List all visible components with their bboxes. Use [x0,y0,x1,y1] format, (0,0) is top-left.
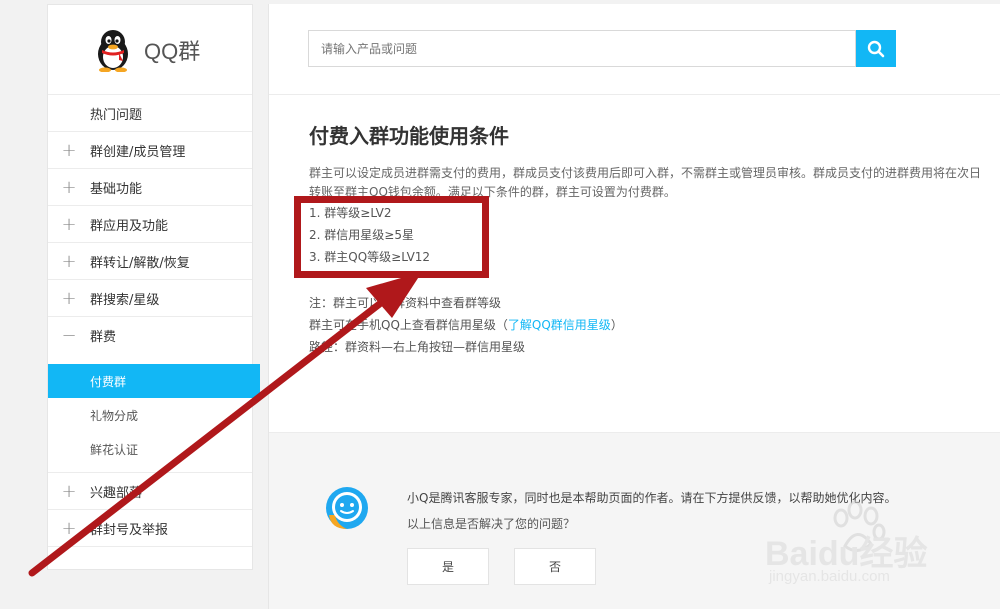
sidebar-logo-text: QQ群 [144,38,201,64]
note-prefix: 群主可在手机QQ上查看群信用星级（ [309,318,508,332]
sidebar-item-label: 群应用及功能 [90,218,169,234]
annotation-box [294,196,489,278]
article-title: 付费入群功能使用条件 [309,124,509,148]
header-divider [269,94,1000,95]
qq-penguin-icon [94,28,132,72]
yes-button[interactable]: 是 [407,548,489,585]
sidebar-item-basic-features[interactable]: + 基础功能 [48,169,252,206]
note-credit-star: 群主可在手机QQ上查看群信用星级（了解QQ群信用星级） [309,314,623,336]
sidebar: QQ群 热门问题 + 群创建/成员管理 + 基础功能 + 群应用及功能 + 群转… [47,4,260,570]
sidebar-subitem-paid-group[interactable]: 付费群 [48,364,260,398]
sidebar-item-hot-questions[interactable]: 热门问题 [48,95,252,132]
no-button[interactable]: 否 [514,548,596,585]
sidebar-item-label: 群创建/成员管理 [90,144,186,160]
feedback-question: 以上信息是否解决了您的问题？ [407,517,576,531]
plus-icon: + [61,213,77,235]
note-suffix: ） [610,318,623,332]
plus-icon: + [61,250,77,272]
plus-icon: + [61,517,77,539]
minus-icon: − [61,325,77,346]
sidebar-subitem-gift-share[interactable]: 礼物分成 [48,398,252,432]
sidebar-logo[interactable]: QQ群 [48,5,252,95]
sidebar-item-group-ban[interactable]: + 群封号及举报 [48,510,252,547]
sidebar-item-label: 热门问题 [90,107,143,123]
sidebar-item-label: 基础功能 [90,181,143,197]
search-icon [867,40,885,57]
sidebar-item-label: 群费 [90,330,117,345]
watermark-url: jingyan.baidu.com [769,568,890,585]
plus-icon: + [61,287,77,309]
credit-star-link[interactable]: 了解QQ群信用星级 [508,318,611,332]
search-box [308,30,856,67]
baidu-watermark: Baidu经验 jingyan.baidu.com [765,500,965,590]
sidebar-item-label: 群转让/解散/恢复 [90,255,190,271]
plus-icon: + [61,480,77,502]
sidebar-submenu: 付费群 礼物分成 鲜花认证 [48,354,260,473]
article-notes: 注：群主可以在群资料中查看群等级 群主可在手机QQ上查看群信用星级（了解QQ群信… [309,292,623,358]
sidebar-item-group-create[interactable]: + 群创建/成员管理 [48,132,252,169]
sidebar-item-label: 兴趣部落 [90,485,143,501]
sidebar-item-group-fee[interactable]: − 群费 [48,317,252,354]
plus-icon: + [61,139,77,161]
sidebar-subitem-flower-cert[interactable]: 鲜花认证 [48,432,252,466]
search-input[interactable] [309,31,855,66]
note-path: 路径：群资料—右上角按钮—群信用星级 [309,340,526,354]
sidebar-item-label: 群封号及举报 [90,522,169,538]
note-group-level: 注：群主可以在群资料中查看群等级 [309,296,502,310]
search-button[interactable] [856,30,896,67]
sidebar-item-interest-tribe[interactable]: + 兴趣部落 [48,473,252,510]
sidebar-item-label: 群搜索/星级 [90,292,160,308]
plus-icon: + [61,176,77,198]
sidebar-item-group-search[interactable]: + 群搜索/星级 [48,280,252,317]
sidebar-item-group-apps[interactable]: + 群应用及功能 [48,206,252,243]
xiaoq-bot-icon [323,485,371,533]
sidebar-item-group-transfer[interactable]: + 群转让/解散/恢复 [48,243,252,280]
